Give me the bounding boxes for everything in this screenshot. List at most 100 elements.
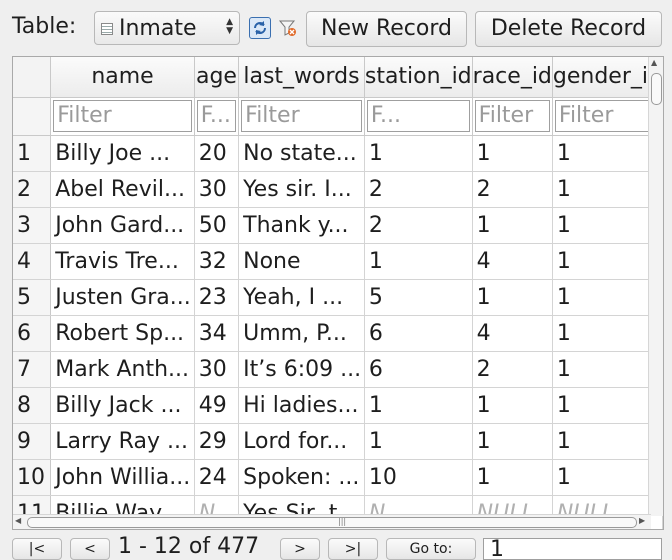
column-header-station-id[interactable]: station_id: [364, 57, 473, 98]
table-row[interactable]: 8 Billy Jack ... 49 Hi ladies... 1 1 1: [13, 387, 663, 424]
row-number[interactable]: 4: [13, 243, 52, 280]
cell-gender-id[interactable]: 1: [552, 351, 663, 388]
next-record-button[interactable]: >: [280, 538, 320, 560]
table-row[interactable]: 3 John Gard... 50 Thank y... 2 1 1: [13, 207, 663, 244]
table-row[interactable]: 1 Billy Joe ... 20 No state... 1 1 1: [13, 135, 663, 172]
cell-last-words[interactable]: It’s 6:09 ...: [238, 351, 365, 388]
cell-age[interactable]: 29: [194, 423, 240, 460]
cell-last-words[interactable]: No state...: [238, 135, 365, 172]
row-number[interactable]: 2: [13, 171, 52, 208]
table-row[interactable]: 4 Travis Tre... 32 None 1 4 1: [13, 243, 663, 280]
cell-gender-id[interactable]: 1: [552, 135, 663, 172]
row-number[interactable]: 6: [13, 315, 52, 352]
cell-last-words[interactable]: None: [238, 243, 365, 280]
cell-station-id[interactable]: 5: [364, 279, 473, 316]
cell-last-words[interactable]: Hi ladies...: [238, 387, 365, 424]
horizontal-scrollbar[interactable]: ◀ ||| ▶: [13, 514, 651, 529]
filter-input-age[interactable]: F...: [196, 100, 237, 132]
cell-age[interactable]: 34: [194, 315, 240, 352]
table-select[interactable]: Inmate ▲ ▼: [94, 11, 240, 45]
cell-age[interactable]: 30: [194, 171, 240, 208]
row-number[interactable]: 5: [13, 279, 52, 316]
column-header-gender-id[interactable]: gender_id: [552, 57, 663, 98]
row-number[interactable]: 8: [13, 387, 52, 424]
new-record-button[interactable]: New Record: [306, 11, 467, 47]
scroll-up-icon[interactable]: ▲: [651, 58, 657, 67]
cell-station-id[interactable]: 1: [364, 387, 473, 424]
cell-name[interactable]: Abel Revil...: [50, 171, 195, 208]
cell-station-id[interactable]: 1: [364, 135, 473, 172]
cell-name[interactable]: John Gard...: [50, 207, 195, 244]
cell-last-words[interactable]: Thank y...: [238, 207, 365, 244]
goto-button[interactable]: Go to:: [386, 538, 476, 560]
cell-race-id[interactable]: 1: [472, 423, 553, 460]
filter-input-station-id[interactable]: F...: [366, 100, 470, 132]
goto-input[interactable]: 1: [483, 538, 662, 560]
cell-station-id[interactable]: 10: [364, 459, 473, 496]
cell-gender-id[interactable]: 1: [552, 207, 663, 244]
cell-age[interactable]: 30: [194, 351, 240, 388]
filter-input-gender-id[interactable]: Filter: [554, 100, 660, 132]
column-header-race-id[interactable]: race_id: [472, 57, 553, 98]
table-row[interactable]: 7 Mark Anth... 30 It’s 6:09 ... 6 2 1: [13, 351, 663, 388]
cell-gender-id[interactable]: 1: [552, 279, 663, 316]
cell-station-id[interactable]: 1: [364, 243, 473, 280]
cell-race-id[interactable]: 2: [472, 351, 553, 388]
cell-station-id[interactable]: 2: [364, 207, 473, 244]
cell-last-words[interactable]: Yes sir. I...: [238, 171, 365, 208]
scroll-right-icon[interactable]: ▶: [639, 516, 645, 525]
first-record-button[interactable]: |<: [12, 538, 62, 560]
cell-last-words[interactable]: Spoken: ...: [238, 459, 365, 496]
cell-age[interactable]: 50: [194, 207, 240, 244]
cell-age[interactable]: 23: [194, 279, 240, 316]
row-number[interactable]: 10: [13, 459, 52, 496]
table-row[interactable]: 10 John Willia... 24 Spoken: ... 10 1 1: [13, 459, 663, 496]
cell-race-id[interactable]: 1: [472, 459, 553, 496]
filter-input-last-words[interactable]: Filter: [241, 100, 362, 132]
previous-record-button[interactable]: <: [70, 538, 110, 560]
cell-last-words[interactable]: Umm, P...: [238, 315, 365, 352]
table-row[interactable]: 2 Abel Revil... 30 Yes sir. I... 2 2 1: [13, 171, 663, 208]
cell-race-id[interactable]: 2: [472, 171, 553, 208]
column-header-name[interactable]: name: [50, 57, 195, 98]
row-number[interactable]: 9: [13, 423, 52, 460]
cell-gender-id[interactable]: 1: [552, 423, 663, 460]
table-row[interactable]: 9 Larry Ray ... 29 Lord for... 1 1 1: [13, 423, 663, 460]
cell-gender-id[interactable]: 1: [552, 459, 663, 496]
cell-race-id[interactable]: 1: [472, 207, 553, 244]
cell-name[interactable]: Billy Jack ...: [50, 387, 195, 424]
cell-station-id[interactable]: 6: [364, 315, 473, 352]
cell-gender-id[interactable]: 1: [552, 243, 663, 280]
cell-name[interactable]: Mark Anth...: [50, 351, 195, 388]
last-record-button[interactable]: >|: [328, 538, 378, 560]
delete-record-button[interactable]: Delete Record: [475, 11, 662, 47]
vertical-scrollbar[interactable]: ▲: [648, 57, 663, 516]
cell-station-id[interactable]: 6: [364, 351, 473, 388]
filter-input-race-id[interactable]: Filter: [474, 100, 550, 132]
cell-age[interactable]: 24: [194, 459, 240, 496]
cell-race-id[interactable]: 1: [472, 135, 553, 172]
cell-name[interactable]: Larry Ray ...: [50, 423, 195, 460]
cell-age[interactable]: 20: [194, 135, 240, 172]
cell-name[interactable]: Justen Gra...: [50, 279, 195, 316]
refresh-icon[interactable]: [249, 17, 271, 39]
cell-race-id[interactable]: 4: [472, 243, 553, 280]
cell-name[interactable]: Billy Joe ...: [50, 135, 195, 172]
row-number[interactable]: 1: [13, 135, 52, 172]
scroll-left-icon[interactable]: ◀: [15, 516, 21, 525]
row-number[interactable]: 7: [13, 351, 52, 388]
cell-name[interactable]: John Willia...: [50, 459, 195, 496]
cell-gender-id[interactable]: 1: [552, 315, 663, 352]
table-row[interactable]: 6 Robert Sp... 34 Umm, P... 6 4 1: [13, 315, 663, 352]
cell-age[interactable]: 49: [194, 387, 240, 424]
cell-last-words[interactable]: Yeah, I ...: [238, 279, 365, 316]
cell-race-id[interactable]: 1: [472, 387, 553, 424]
cell-gender-id[interactable]: 1: [552, 387, 663, 424]
table-row[interactable]: 5 Justen Gra... 23 Yeah, I ... 5 1 1: [13, 279, 663, 316]
cell-name[interactable]: Robert Sp...: [50, 315, 195, 352]
row-number[interactable]: 3: [13, 207, 52, 244]
cell-race-id[interactable]: 1: [472, 279, 553, 316]
horizontal-scroll-thumb[interactable]: |||: [27, 517, 637, 528]
cell-race-id[interactable]: 4: [472, 315, 553, 352]
cell-last-words[interactable]: Lord for...: [238, 423, 365, 460]
